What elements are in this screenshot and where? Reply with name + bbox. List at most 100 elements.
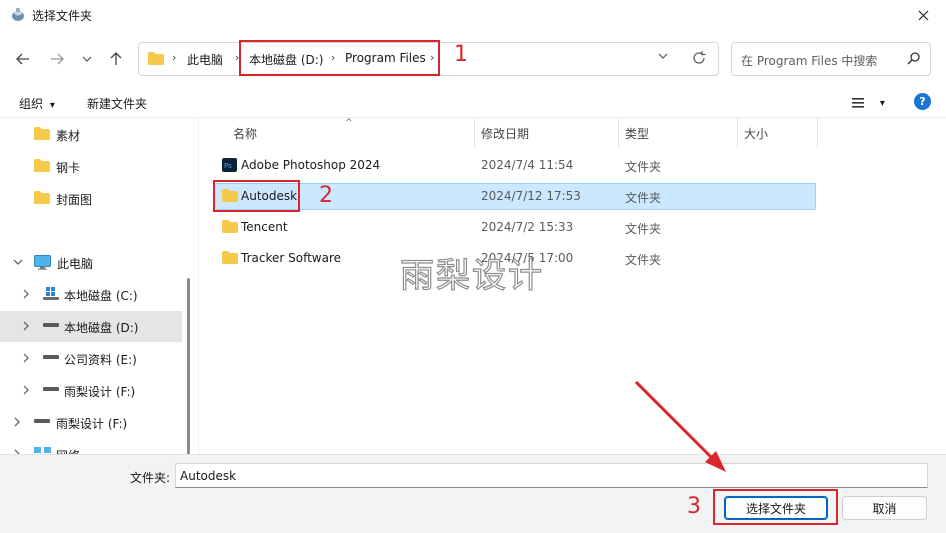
title-bar: 选择文件夹	[0, 0, 946, 30]
file-name: Tracker Software	[241, 251, 342, 265]
folder-icon	[34, 159, 50, 172]
windows-drive-icon	[43, 287, 59, 300]
column-header-size[interactable]: 大小	[744, 125, 768, 142]
sidebar-item-label: 公司资料 (E:)	[64, 353, 137, 367]
address-dropdown-icon[interactable]	[658, 53, 668, 59]
drive-icon	[43, 355, 59, 359]
command-bar: 组织 ▾ 新建文件夹 ▾ ?	[0, 88, 946, 118]
sidebar-item-cover[interactable]: 封面图	[0, 183, 182, 214]
navigation-scrollbar[interactable]	[187, 278, 190, 454]
drive-icon	[43, 387, 59, 391]
chevron-right-icon[interactable]	[23, 353, 29, 363]
navigation-bar: › 此电脑 › 本地磁盘 (D:) › Program Files › 在 Pr…	[0, 30, 946, 88]
photoshop-icon: Ps	[222, 158, 237, 172]
close-button[interactable]	[900, 0, 946, 30]
sidebar-item-network[interactable]: 网络	[0, 439, 182, 454]
address-bar[interactable]: › 此电脑 › 本地磁盘 (D:) › Program Files ›	[138, 42, 719, 76]
new-folder-button[interactable]: 新建文件夹	[87, 95, 147, 112]
list-item[interactable]: Ps Adobe Photoshop 2024 2024/7/4 11:54 文…	[214, 152, 816, 179]
sidebar-item-drive-f-root[interactable]: 雨梨设计 (F:)	[0, 407, 182, 438]
forward-button[interactable]	[46, 50, 68, 68]
computer-icon	[34, 255, 51, 270]
file-date: 2024/7/2 15:33	[481, 220, 574, 234]
column-divider[interactable]	[618, 118, 619, 148]
file-type: 文件夹	[625, 191, 662, 205]
view-options-button[interactable]: ▾	[852, 97, 885, 111]
folder-icon	[34, 191, 50, 204]
list-item[interactable]: Autodesk 2024/7/12 17:53 文件夹	[214, 183, 816, 210]
search-icon	[907, 52, 920, 65]
annotation-number-1: 1	[454, 42, 468, 67]
window-title: 选择文件夹	[32, 9, 93, 23]
cancel-button[interactable]: 取消	[842, 496, 927, 520]
back-button[interactable]	[12, 50, 34, 68]
chevron-right-icon[interactable]	[23, 385, 29, 395]
column-header-name[interactable]: 名称	[233, 125, 257, 142]
breadcrumb-program-files[interactable]: Program Files	[345, 51, 426, 65]
folder-icon	[148, 52, 164, 65]
chevron-right-icon[interactable]	[23, 289, 29, 299]
column-header-type[interactable]: 类型	[625, 125, 649, 142]
sidebar-item-label: 本地磁盘 (C:)	[64, 289, 138, 303]
chevron-right-icon[interactable]	[14, 417, 20, 427]
sidebar-item-gangka[interactable]: 钢卡	[0, 151, 182, 182]
organize-button[interactable]: 组织 ▾	[19, 95, 55, 112]
folder-icon	[34, 127, 50, 140]
sort-ascending-icon: ^	[345, 118, 353, 128]
sidebar-item-drive-e[interactable]: 公司资料 (E:)	[0, 343, 182, 374]
sidebar-item-label: 本地磁盘 (D:)	[64, 321, 139, 335]
breadcrumb-this-pc[interactable]: 此电脑	[187, 51, 223, 68]
sidebar-item-drive-f[interactable]: 雨梨设计 (F:)	[0, 375, 182, 406]
sidebar-item-this-pc[interactable]: 此电脑	[0, 247, 182, 278]
sidebar-item-drive-d[interactable]: 本地磁盘 (D:)	[0, 311, 182, 342]
list-view-icon	[852, 98, 864, 108]
sidebar-item-sucai[interactable]: 素材	[0, 119, 182, 150]
column-header-date[interactable]: 修改日期	[481, 125, 529, 142]
close-icon	[918, 10, 928, 20]
navigation-pane: 素材 钢卡 封面图 此电脑 本地磁盘 (C:) 本地磁盘 (D:) 公司资料 (…	[0, 118, 190, 454]
pane-divider[interactable]	[198, 118, 199, 454]
breadcrumb-separator: ›	[235, 51, 240, 64]
search-input[interactable]: 在 Program Files 中搜索	[741, 52, 877, 69]
chevron-down-icon[interactable]	[13, 259, 23, 265]
sidebar-item-label: 素材	[56, 129, 81, 143]
breadcrumb-drive-d[interactable]: 本地磁盘 (D:)	[249, 51, 323, 68]
file-list: ^ 名称 修改日期 类型 大小 Ps Adobe Photoshop 2024 …	[200, 118, 946, 454]
network-icon	[34, 447, 51, 453]
watermark-text: 雨梨设计	[399, 255, 544, 296]
up-button[interactable]	[105, 50, 127, 68]
help-button[interactable]: ?	[914, 93, 931, 110]
drive-icon	[43, 323, 59, 327]
folder-icon	[222, 220, 238, 233]
column-divider[interactable]	[474, 118, 475, 148]
breadcrumb-separator: ›	[172, 51, 177, 64]
sidebar-item-label: 雨梨设计 (F:)	[56, 417, 128, 431]
sidebar-item-label: 雨梨设计 (F:)	[64, 385, 136, 399]
refresh-icon[interactable]	[692, 51, 706, 65]
organize-caret-icon: ▾	[49, 100, 55, 111]
recent-locations-button[interactable]	[76, 50, 98, 68]
folder-label: 文件夹:	[130, 471, 171, 485]
column-divider[interactable]	[737, 118, 738, 148]
annotation-number-3: 3	[687, 494, 701, 519]
select-folder-button[interactable]: 选择文件夹	[724, 496, 828, 520]
file-date: 2024/7/4 11:54	[481, 158, 574, 172]
file-name: Adobe Photoshop 2024	[241, 158, 381, 172]
drive-icon	[34, 419, 50, 423]
sidebar-item-label: 网络	[56, 447, 80, 454]
search-box[interactable]: 在 Program Files 中搜索	[731, 42, 931, 76]
breadcrumb-separator: ›	[430, 51, 435, 64]
chevron-down-icon	[82, 56, 92, 62]
file-name: Tencent	[241, 220, 288, 234]
file-date: 2024/7/12 17:53	[481, 189, 581, 203]
folder-name-input[interactable]	[175, 463, 928, 488]
breadcrumb-separator: ›	[331, 51, 336, 64]
up-arrow-icon	[110, 52, 122, 65]
list-item[interactable]: Tencent 2024/7/2 15:33 文件夹	[214, 214, 816, 241]
sidebar-item-drive-c[interactable]: 本地磁盘 (C:)	[0, 279, 182, 310]
chevron-right-icon[interactable]	[23, 321, 29, 331]
view-caret-icon: ▾	[879, 98, 885, 109]
svg-text:Ps: Ps	[224, 162, 232, 170]
column-divider[interactable]	[817, 118, 818, 148]
sidebar-item-label: 钢卡	[56, 161, 81, 175]
